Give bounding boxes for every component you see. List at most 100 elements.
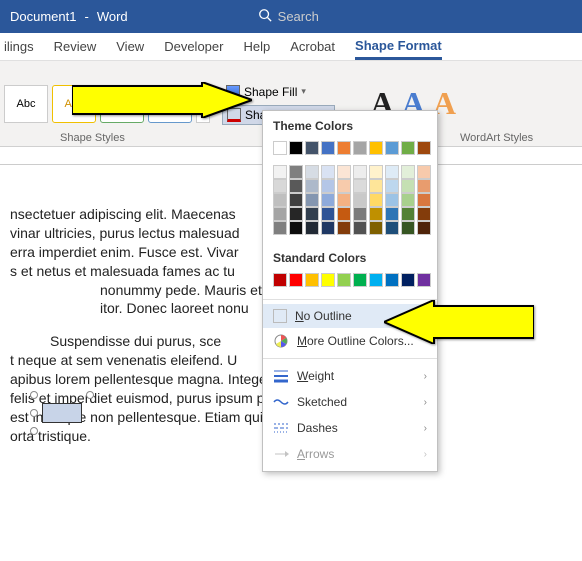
resize-handle[interactable] bbox=[86, 391, 94, 399]
color-swatch[interactable] bbox=[273, 207, 287, 221]
tab-shape-format[interactable]: Shape Format bbox=[355, 34, 442, 60]
separator bbox=[263, 358, 437, 359]
arrows-item[interactable]: Arrows › bbox=[263, 441, 437, 467]
chevron-right-icon: › bbox=[424, 371, 427, 382]
color-swatch[interactable] bbox=[417, 141, 431, 155]
theme-shade-grid bbox=[263, 163, 437, 243]
color-swatch[interactable] bbox=[289, 141, 303, 155]
color-swatch[interactable] bbox=[353, 141, 367, 155]
color-swatch[interactable] bbox=[337, 193, 351, 207]
color-swatch[interactable] bbox=[401, 179, 415, 193]
color-swatch[interactable] bbox=[385, 165, 399, 179]
color-swatch[interactable] bbox=[273, 179, 287, 193]
color-swatch[interactable] bbox=[321, 207, 335, 221]
color-swatch[interactable] bbox=[417, 207, 431, 221]
tab-help[interactable]: Help bbox=[243, 35, 270, 58]
shape-fill-label: Shape Fill bbox=[244, 85, 297, 99]
color-swatch[interactable] bbox=[337, 273, 351, 287]
app-name: Word bbox=[97, 9, 128, 24]
color-swatch[interactable] bbox=[353, 165, 367, 179]
color-swatch[interactable] bbox=[353, 193, 367, 207]
color-swatch[interactable] bbox=[353, 273, 367, 287]
group-label-wordart: WordArt Styles bbox=[460, 132, 533, 144]
color-swatch[interactable] bbox=[369, 207, 383, 221]
color-swatch[interactable] bbox=[321, 273, 335, 287]
color-swatch[interactable] bbox=[369, 165, 383, 179]
search-box[interactable]: Search bbox=[258, 8, 319, 25]
color-swatch[interactable] bbox=[369, 193, 383, 207]
color-swatch[interactable] bbox=[401, 207, 415, 221]
color-swatch[interactable] bbox=[385, 207, 399, 221]
color-swatch[interactable] bbox=[337, 165, 351, 179]
standard-color-row bbox=[263, 271, 437, 295]
color-swatch[interactable] bbox=[385, 221, 399, 235]
color-swatch[interactable] bbox=[305, 273, 319, 287]
tab-acrobat[interactable]: Acrobat bbox=[290, 35, 335, 58]
color-swatch[interactable] bbox=[337, 207, 351, 221]
no-outline-icon bbox=[273, 309, 287, 323]
color-swatch[interactable] bbox=[321, 141, 335, 155]
color-swatch[interactable] bbox=[417, 221, 431, 235]
resize-handle[interactable] bbox=[30, 427, 38, 435]
color-swatch[interactable] bbox=[337, 221, 351, 235]
color-swatch[interactable] bbox=[289, 165, 303, 179]
color-swatch[interactable] bbox=[353, 221, 367, 235]
dashes-item[interactable]: Dashes › bbox=[263, 415, 437, 441]
color-swatch[interactable] bbox=[289, 207, 303, 221]
tab-mailings[interactable]: ilings bbox=[4, 35, 34, 58]
color-swatch[interactable] bbox=[305, 193, 319, 207]
color-swatch[interactable] bbox=[417, 193, 431, 207]
color-swatch[interactable] bbox=[305, 179, 319, 193]
theme-color-row bbox=[263, 139, 437, 163]
color-swatch[interactable] bbox=[305, 207, 319, 221]
color-swatch[interactable] bbox=[305, 165, 319, 179]
shape-rectangle[interactable] bbox=[42, 403, 82, 423]
color-swatch[interactable] bbox=[305, 221, 319, 235]
resize-handle[interactable] bbox=[30, 409, 38, 417]
color-swatch[interactable] bbox=[289, 221, 303, 235]
color-swatch[interactable] bbox=[321, 193, 335, 207]
color-swatch[interactable] bbox=[417, 165, 431, 179]
color-swatch[interactable] bbox=[369, 273, 383, 287]
selected-shape[interactable] bbox=[34, 395, 90, 445]
color-swatch[interactable] bbox=[369, 141, 383, 155]
color-swatch[interactable] bbox=[401, 193, 415, 207]
color-swatch[interactable] bbox=[273, 221, 287, 235]
color-swatch[interactable] bbox=[401, 273, 415, 287]
color-swatch[interactable] bbox=[369, 221, 383, 235]
weight-item[interactable]: Weight › bbox=[263, 363, 437, 389]
color-swatch[interactable] bbox=[289, 179, 303, 193]
tab-developer[interactable]: Developer bbox=[164, 35, 223, 58]
color-swatch[interactable] bbox=[401, 141, 415, 155]
color-swatch[interactable] bbox=[273, 165, 287, 179]
color-swatch[interactable] bbox=[289, 273, 303, 287]
color-swatch[interactable] bbox=[289, 193, 303, 207]
color-swatch[interactable] bbox=[273, 273, 287, 287]
sketched-item[interactable]: Sketched › bbox=[263, 389, 437, 415]
color-swatch[interactable] bbox=[321, 221, 335, 235]
color-swatch[interactable] bbox=[401, 221, 415, 235]
color-swatch[interactable] bbox=[353, 179, 367, 193]
resize-handle[interactable] bbox=[30, 391, 38, 399]
tab-review[interactable]: Review bbox=[54, 35, 97, 58]
color-swatch[interactable] bbox=[321, 179, 335, 193]
search-icon bbox=[258, 8, 272, 25]
color-swatch[interactable] bbox=[321, 165, 335, 179]
color-swatch[interactable] bbox=[369, 179, 383, 193]
color-swatch[interactable] bbox=[337, 141, 351, 155]
color-swatch[interactable] bbox=[417, 179, 431, 193]
shape-style-1[interactable]: Abc bbox=[4, 85, 48, 123]
color-swatch[interactable] bbox=[385, 179, 399, 193]
color-swatch[interactable] bbox=[385, 273, 399, 287]
color-swatch[interactable] bbox=[385, 141, 399, 155]
color-swatch[interactable] bbox=[417, 273, 431, 287]
color-swatch[interactable] bbox=[337, 179, 351, 193]
color-swatch[interactable] bbox=[401, 165, 415, 179]
color-swatch[interactable] bbox=[353, 207, 367, 221]
color-swatch[interactable] bbox=[273, 141, 287, 155]
color-swatch[interactable] bbox=[385, 193, 399, 207]
color-swatch[interactable] bbox=[273, 193, 287, 207]
color-swatch[interactable] bbox=[305, 141, 319, 155]
tab-view[interactable]: View bbox=[116, 35, 144, 58]
chevron-right-icon: › bbox=[424, 449, 427, 460]
